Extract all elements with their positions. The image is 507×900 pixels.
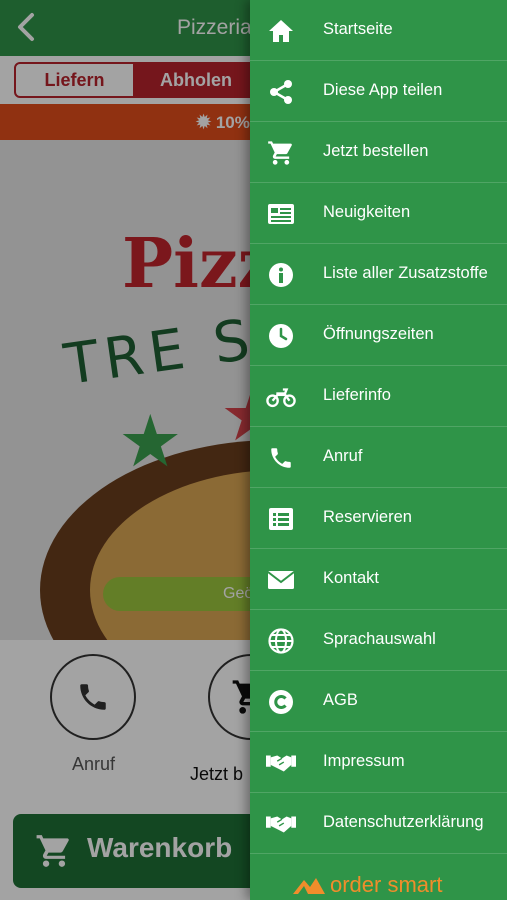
news-icon	[266, 199, 296, 229]
menu-item-imprint[interactable]: Impressum	[250, 732, 507, 793]
menu-item-order-now[interactable]: Jetzt bestellen	[250, 122, 507, 183]
menu-item-opening-hours[interactable]: Öffnungszeiten	[250, 305, 507, 366]
menu-item-call[interactable]: Anruf	[250, 427, 507, 488]
mail-icon	[266, 565, 296, 595]
menu-item-language[interactable]: Sprachauswahl	[250, 610, 507, 671]
menu-label: Datenschutzerklärung	[323, 813, 484, 831]
menu-label: Diese App teilen	[323, 81, 443, 99]
menu-item-news[interactable]: Neuigkeiten	[250, 183, 507, 244]
menu-label: Öffnungszeiten	[323, 325, 434, 343]
menu-label: Kontakt	[323, 569, 379, 587]
menu-item-share-app[interactable]: Diese App teilen	[250, 61, 507, 122]
order-smart-logo-icon	[293, 878, 325, 894]
menu-label: Impressum	[323, 752, 405, 770]
menu-label: Anruf	[323, 447, 363, 465]
clock-icon	[266, 321, 296, 351]
menu-label: Sprachauswahl	[323, 630, 436, 648]
menu-label: AGB	[323, 691, 358, 709]
globe-icon	[266, 626, 296, 656]
list-icon	[266, 504, 296, 534]
menu-label: Liste aller Zusatzstoffe	[323, 264, 488, 282]
copyright-icon	[266, 687, 296, 717]
menu-item-terms[interactable]: AGB	[250, 671, 507, 732]
brand-name: order smart	[330, 872, 443, 897]
menu-item-startseite[interactable]: Startseite	[250, 0, 507, 61]
menu-label: Reservieren	[323, 508, 412, 526]
menu-item-contact[interactable]: Kontakt	[250, 549, 507, 610]
cart-icon	[266, 138, 296, 168]
handshake-icon	[266, 748, 296, 778]
menu-label: Jetzt bestellen	[323, 142, 429, 160]
home-icon	[266, 16, 296, 46]
share-icon	[266, 77, 296, 107]
menu-item-additives[interactable]: Liste aller Zusatzstoffe	[250, 244, 507, 305]
menu-item-reserve[interactable]: Reservieren	[250, 488, 507, 549]
motorcycle-icon	[266, 382, 296, 412]
menu-label: Lieferinfo	[323, 386, 391, 404]
brand-logo: order smart	[290, 872, 460, 898]
menu-item-privacy[interactable]: Datenschutzerklärung	[250, 793, 507, 854]
menu-item-delivery-info[interactable]: Lieferinfo	[250, 366, 507, 427]
side-drawer: Startseite Diese App teilen Jetzt bestel…	[250, 0, 507, 900]
phone-icon	[266, 443, 296, 473]
info-icon	[266, 260, 296, 290]
menu-label: Startseite	[323, 20, 393, 38]
handshake-icon	[266, 809, 296, 839]
menu-label: Neuigkeiten	[323, 203, 411, 221]
